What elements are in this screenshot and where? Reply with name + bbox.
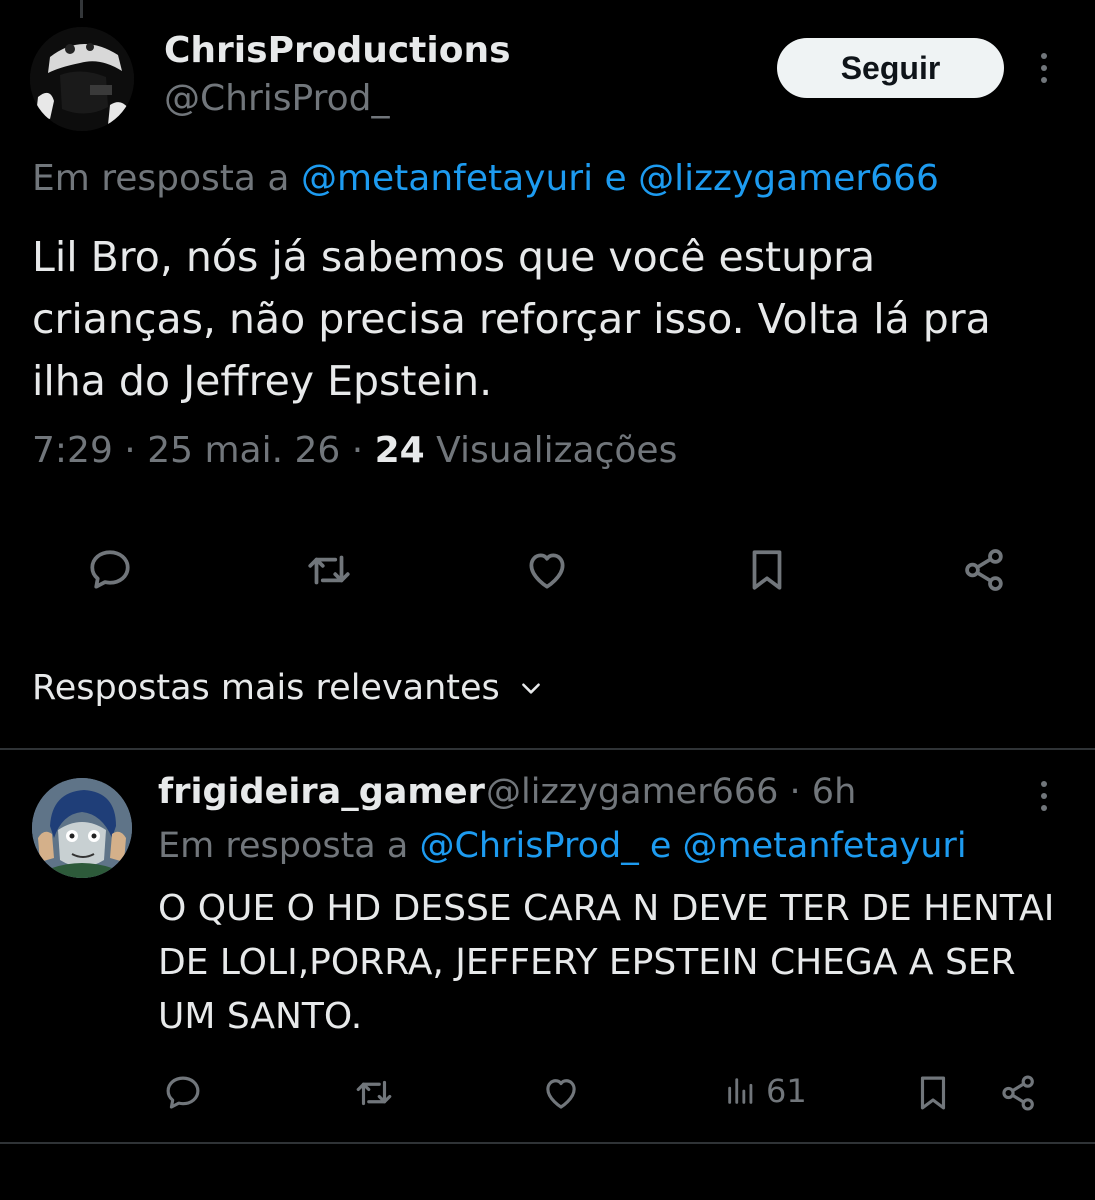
reply-prefix: Em resposta a — [158, 826, 409, 866]
sort-label: Respostas mais relevantes — [32, 668, 500, 708]
views-count: 24 — [374, 430, 425, 471]
divider — [0, 748, 1095, 750]
reply-handle-line: @lizzygamer666 · 6h — [486, 772, 856, 812]
reply-time[interactable]: 6h — [812, 772, 856, 812]
separator: · — [789, 772, 812, 812]
reply-connector: e — [649, 826, 672, 866]
reply-avatar-image — [32, 778, 132, 878]
reply-like-icon[interactable] — [540, 1072, 582, 1114]
tweet-meta: 7:29 · 25 mai. 26 · 24 Visualizações — [32, 430, 677, 471]
reply-prefix: Em resposta a — [32, 158, 290, 199]
reply-text: O QUE O HD DESSE CARA N DEVE TER DE HENT… — [158, 888, 1055, 1037]
divider — [0, 1142, 1095, 1144]
reply-display-name[interactable]: frigideira_gamer — [158, 772, 485, 812]
sort-selector[interactable]: Respostas mais relevantes — [32, 668, 544, 708]
reply-icon[interactable] — [85, 545, 135, 595]
avatar-image — [30, 27, 134, 131]
separator: · — [124, 430, 148, 471]
share-icon[interactable] — [960, 545, 1010, 595]
tweet-date[interactable]: 25 mai. 26 — [147, 430, 340, 471]
mention-link[interactable]: @ChrisProd_ — [419, 826, 638, 866]
reply-more-options-icon[interactable] — [1032, 776, 1056, 816]
tweet-time[interactable]: 7:29 — [32, 430, 113, 471]
display-name[interactable]: ChrisProductions — [164, 30, 511, 71]
reply-context: Em resposta a @metanfetayuri e @lizzygam… — [32, 158, 939, 199]
mention-link[interactable]: @metanfetayuri — [301, 158, 593, 199]
follow-button[interactable]: Seguir — [777, 38, 1004, 98]
retweet-icon[interactable] — [303, 545, 355, 595]
more-options-icon[interactable] — [1032, 48, 1056, 88]
thread-line — [80, 0, 83, 18]
handle[interactable]: @ChrisProd_ — [164, 78, 389, 119]
reply-views-count: 61 — [766, 1072, 807, 1110]
views-icon — [728, 1078, 753, 1104]
reply-avatar[interactable] — [32, 778, 132, 878]
reply-views[interactable]: 61 — [724, 1072, 807, 1110]
avatar[interactable] — [30, 27, 134, 131]
reply-connector: e — [604, 158, 627, 199]
reply-context: Em resposta a @ChrisProd_ e @metanfetayu… — [158, 826, 967, 866]
tweet-text: Lil Bro, nós já sabemos que você estupra… — [32, 233, 991, 405]
chevron-down-icon — [521, 683, 540, 694]
bookmark-icon[interactable] — [742, 545, 792, 595]
reply-bookmark-icon[interactable] — [912, 1072, 954, 1114]
mention-link[interactable]: @metanfetayuri — [683, 826, 967, 866]
reply-reply-icon[interactable] — [162, 1072, 204, 1114]
reply-share-icon[interactable] — [998, 1072, 1040, 1114]
reply-handle[interactable]: @lizzygamer666 — [486, 772, 778, 812]
views-label[interactable]: Visualizações — [436, 430, 677, 471]
mention-link[interactable]: @lizzygamer666 — [638, 158, 939, 199]
separator: · — [351, 430, 375, 471]
reply-retweet-icon[interactable] — [352, 1072, 396, 1114]
like-icon[interactable] — [522, 545, 572, 595]
